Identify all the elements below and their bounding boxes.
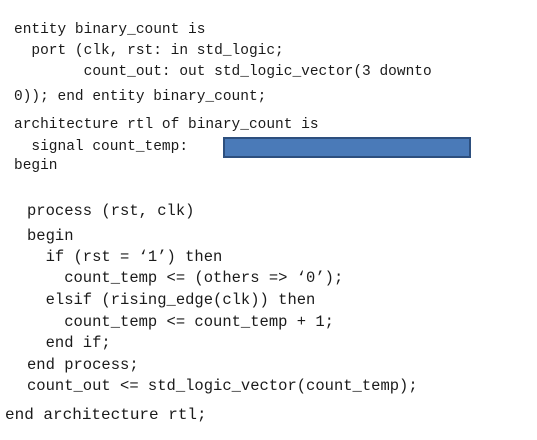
code-line-end-if: end if; xyxy=(27,334,111,352)
code-line-reset-assign: count_temp <= (others => ‘0’); xyxy=(27,269,344,287)
signal-type-blank xyxy=(223,137,471,158)
code-line-if-reset: if (rst = ‘1’) then xyxy=(27,248,223,266)
code-line-output-assign: count_out <= std_logic_vector(count_temp… xyxy=(27,377,418,395)
code-line-elsif-clock: elsif (rising_edge(clk)) then xyxy=(27,291,316,309)
code-line-entity-end: 0)); end entity binary_count; xyxy=(14,89,267,105)
code-line-entity-decl: entity binary_count is xyxy=(14,22,206,38)
code-line-process-begin: begin xyxy=(27,227,74,245)
code-line-process-decl: process (rst, clk) xyxy=(27,202,195,220)
code-line-architecture-end: end architecture rtl; xyxy=(5,406,207,424)
code-line-signal-decl: signal count_temp: xyxy=(14,139,189,155)
code-line-count-out-port: count_out: out std_logic_vector(3 downto xyxy=(14,64,432,80)
code-line-port-decl: port (clk, rst: in std_logic; xyxy=(14,43,284,59)
code-line-end-process: end process; xyxy=(27,356,139,374)
code-line-increment-assign: count_temp <= count_temp + 1; xyxy=(27,313,334,331)
code-line-architecture-decl: architecture rtl of binary_count is xyxy=(14,117,319,133)
code-line-begin: begin xyxy=(14,158,58,174)
